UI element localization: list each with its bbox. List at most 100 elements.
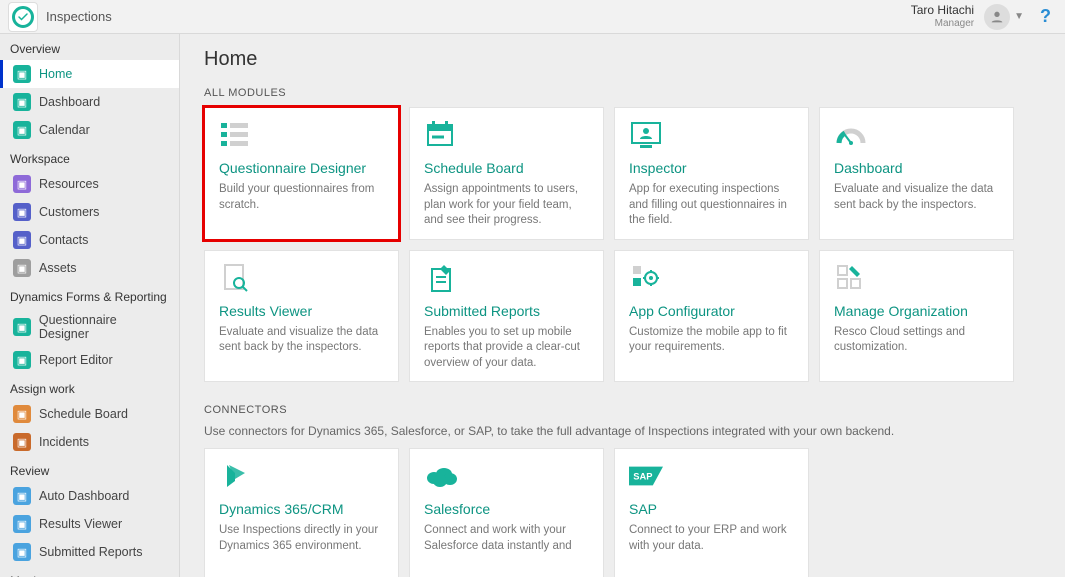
customers-icon: ▣ xyxy=(13,203,31,221)
inspector-icon xyxy=(629,120,663,150)
sidebar-item-results-viewer[interactable]: ▣Results Viewer xyxy=(0,510,179,538)
card-title: Results Viewer xyxy=(219,303,384,319)
sap-icon: SAP xyxy=(629,461,663,491)
card-title: Dynamics 365/CRM xyxy=(219,501,384,517)
sidebar-item-label: Assets xyxy=(39,261,77,275)
sidebar-item-customers[interactable]: ▣ Customers xyxy=(0,198,179,226)
sidebar-item-label: Submitted Reports xyxy=(39,545,143,559)
card-desc: App for executing inspections and fillin… xyxy=(629,182,794,229)
card-desc: Evaluate and visualize the data sent bac… xyxy=(834,182,999,213)
card-desc: Use Inspections directly in your Dynamic… xyxy=(219,523,384,554)
submitted-icon: ▣ xyxy=(13,543,31,561)
sidebar-item-incidents[interactable]: ▣Incidents xyxy=(0,428,179,456)
sidebar-item-assets[interactable]: ▣ Assets xyxy=(0,254,179,282)
sidebar-item-label: Calendar xyxy=(39,123,90,137)
card-desc: Resco Cloud settings and customization. xyxy=(834,325,999,356)
sidebar-item-resources[interactable]: ▣ Resources xyxy=(0,170,179,198)
card-manage-organization[interactable]: Manage Organization Resco Cloud settings … xyxy=(819,250,1014,383)
sidebar-item-questionnaire-designer[interactable]: ▣ Questionnaire Designer xyxy=(0,308,179,346)
card-desc: Evaluate and visualize the data sent bac… xyxy=(219,325,384,356)
connectors-desc: Use connectors for Dynamics 365, Salesfo… xyxy=(204,424,1041,438)
card-title: Inspector xyxy=(629,160,794,176)
card-title: Manage Organization xyxy=(834,303,999,319)
auto-dashboard-icon: ▣ xyxy=(13,487,31,505)
modules-grid: Questionnaire Designer Build your questio… xyxy=(204,107,1041,382)
connectors-label: CONNECTORS xyxy=(204,404,1041,416)
sidebar-item-contacts[interactable]: ▣ Contacts xyxy=(0,226,179,254)
sidebar-item-label: Questionnaire Designer xyxy=(39,313,169,341)
modules-label: ALL MODULES xyxy=(204,87,1041,99)
help-icon[interactable]: ? xyxy=(1034,6,1057,27)
app-logo[interactable] xyxy=(8,2,38,32)
card-results-viewer[interactable]: Results Viewer Evaluate and visualize the… xyxy=(204,250,399,383)
doc-edit-icon xyxy=(424,263,458,293)
sidebar-item-label: Contacts xyxy=(39,233,88,247)
assets-icon: ▣ xyxy=(13,259,31,277)
connectors-section: CONNECTORS Use connectors for Dynamics 3… xyxy=(204,404,1041,577)
sidebar-item-label: Resources xyxy=(39,177,99,191)
user-menu-caret[interactable]: ▼ xyxy=(1014,11,1024,22)
contacts-icon: ▣ xyxy=(13,231,31,249)
calendar-board-icon xyxy=(424,120,458,150)
sidebar-item-home[interactable]: ▣ Home xyxy=(0,60,179,88)
user-block[interactable]: Taro Hitachi Manager xyxy=(911,4,980,28)
sidebar-item-label: Customers xyxy=(39,205,99,219)
main-content: Home ALL MODULES Questionnaire DesignerB… xyxy=(180,34,1065,577)
home-icon: ▣ xyxy=(13,65,31,83)
incidents-icon: ▣ xyxy=(13,433,31,451)
check-icon xyxy=(17,11,29,23)
card-schedule-board[interactable]: Schedule Board Assign appointments to use… xyxy=(409,107,604,240)
card-app-configurator[interactable]: App Configurator Customize the mobile app… xyxy=(614,250,809,383)
sidebar-section-title: Workspace xyxy=(0,144,179,170)
card-title: Dashboard xyxy=(834,160,999,176)
calendar-icon: ▣ xyxy=(13,121,31,139)
user-role: Manager xyxy=(911,18,974,29)
resources-icon: ▣ xyxy=(13,175,31,193)
sidebar-item-schedule-board[interactable]: ▣Schedule Board xyxy=(0,400,179,428)
sidebar-item-auto-dashboard[interactable]: ▣Auto Dashboard xyxy=(0,482,179,510)
card-desc: Build your questionnaires from scratch. xyxy=(219,182,384,213)
card-title: Questionnaire Designer xyxy=(219,160,384,176)
sidebar-item-label: Schedule Board xyxy=(39,407,128,421)
results-icon: ▣ xyxy=(13,515,31,533)
avatar[interactable] xyxy=(984,4,1010,30)
card-submitted-reports[interactable]: Submitted ReportsEnables you to set up m… xyxy=(409,250,604,383)
sidebar-item-dashboard[interactable]: ▣ Dashboard xyxy=(0,88,179,116)
sidebar-item-label: Report Editor xyxy=(39,353,113,367)
card-desc: Connect and work with your Salesforce da… xyxy=(424,523,589,554)
report-editor-icon: ▣ xyxy=(13,351,31,369)
sidebar-item-submitted-reports[interactable]: ▣ Submitted Reports xyxy=(0,538,179,566)
card-desc: Connect to your ERP and work with your d… xyxy=(629,523,794,554)
questionnaire-icon: ▣ xyxy=(13,318,31,336)
card-inspector[interactable]: Inspector App for executing inspections a… xyxy=(614,107,809,240)
salesforce-icon xyxy=(424,461,458,491)
sidebar-item-label: Home xyxy=(39,67,72,81)
card-desc: Customize the mobile app to fit your req… xyxy=(629,325,794,356)
sidebar: Overview ▣ Home ▣ Dashboard ▣ Calendar Workspac… xyxy=(0,34,180,577)
connectors-grid: Dynamics 365/CRM Use Inspections directly… xyxy=(204,448,1041,577)
card-dynamics-365-crm[interactable]: Dynamics 365/CRM Use Inspections directly… xyxy=(204,448,399,577)
sidebar-section-title: Dynamics Forms & Reporting xyxy=(0,282,179,308)
app-title: Inspections xyxy=(46,9,112,24)
sidebar-item-report-editor[interactable]: ▣ Report Editor xyxy=(0,346,179,374)
card-questionnaire-designer[interactable]: Questionnaire Designer Build your questio… xyxy=(204,107,399,240)
dashboard-icon: ▣ xyxy=(13,93,31,111)
doc-search-icon xyxy=(219,263,253,293)
gear-grid-icon xyxy=(629,263,663,293)
card-title: App Configurator xyxy=(629,303,794,319)
gauge-icon xyxy=(834,120,868,150)
sidebar-item-calendar[interactable]: ▣ Calendar xyxy=(0,116,179,144)
svg-text:SAP: SAP xyxy=(633,471,652,481)
card-title: Salesforce xyxy=(424,501,589,517)
sidebar-section-title: Review xyxy=(0,456,179,482)
sidebar-item-label: Dashboard xyxy=(39,95,100,109)
card-dashboard[interactable]: Dashboard Evaluate and visualize the data… xyxy=(819,107,1014,240)
card-desc: Assign appointments to users, plan work … xyxy=(424,182,589,229)
card-desc: Enables you to set up mobile reports tha… xyxy=(424,325,589,372)
card-title: Schedule Board xyxy=(424,160,589,176)
card-salesforce[interactable]: Salesforce Connect and work with your Sal… xyxy=(409,448,604,577)
dynamics-icon xyxy=(219,461,253,491)
top-bar: Inspections Taro Hitachi Manager ▼ ? xyxy=(0,0,1065,34)
card-sap[interactable]: SAPSAPConnect to your ERP and work with … xyxy=(614,448,809,577)
sidebar-section-title: Overview xyxy=(0,34,179,60)
